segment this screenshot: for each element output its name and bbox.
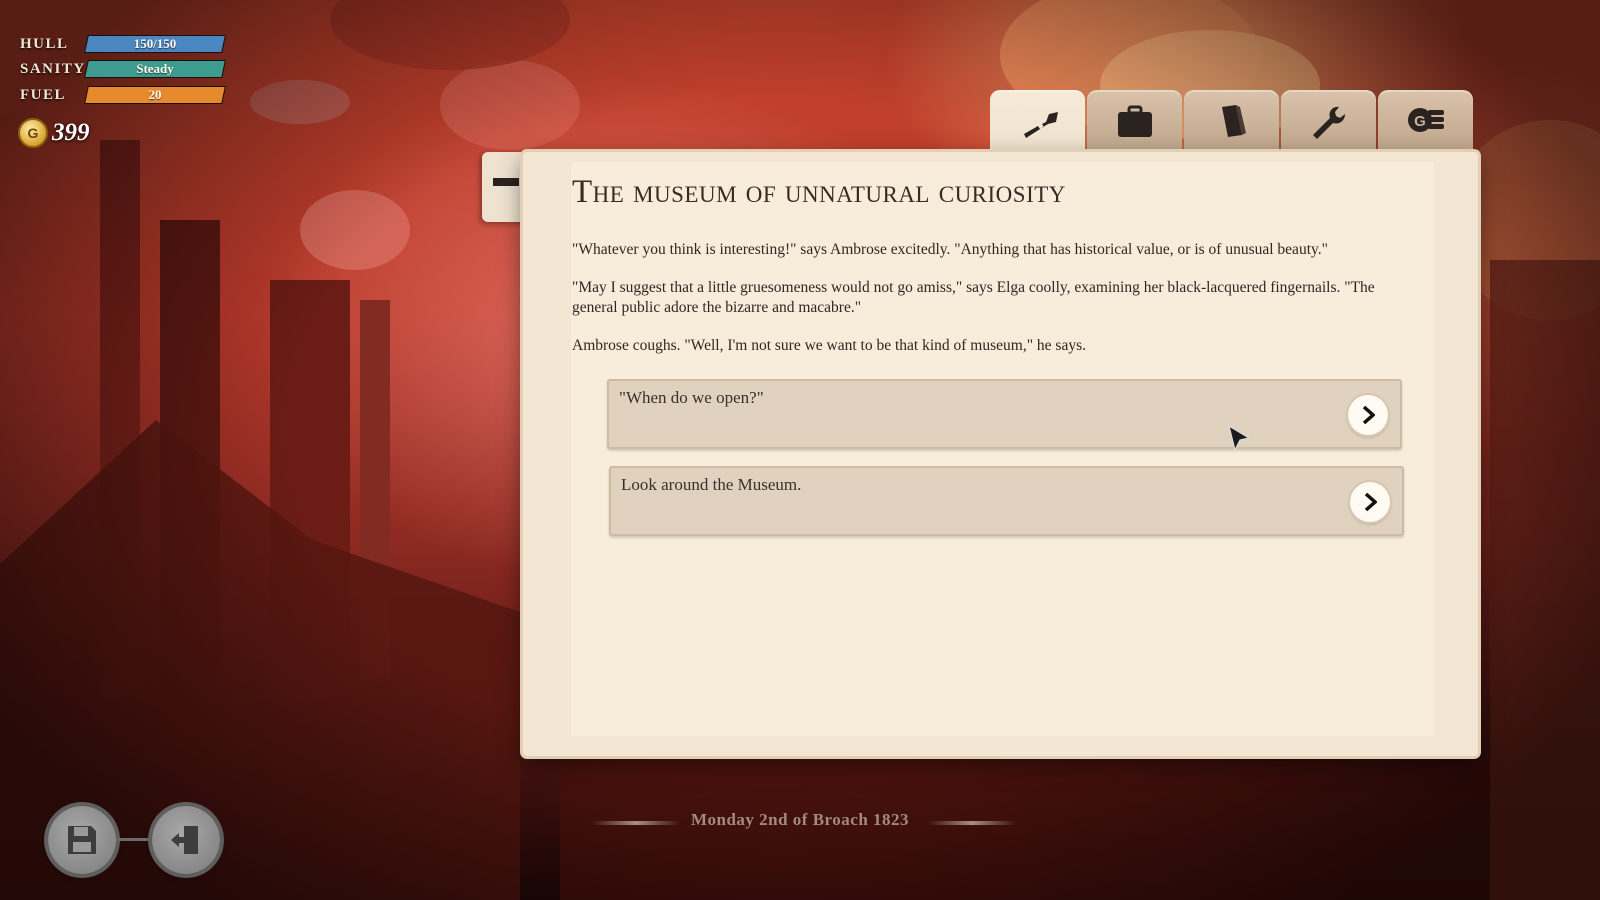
fuel-bar: 20 — [84, 86, 226, 104]
hull-bar: 150/150 — [84, 35, 226, 53]
exit-button[interactable] — [152, 806, 220, 874]
sanity-stat: SANITY Steady — [20, 59, 226, 79]
hull-stat: HULL 150/150 — [20, 34, 226, 54]
coin-icon: G — [18, 118, 48, 148]
chevron-right-icon — [1364, 493, 1377, 511]
story-paragraph: "May I suggest that a little gruesomenes… — [572, 279, 1375, 316]
svg-text:G: G — [1414, 113, 1426, 130]
briefcase-icon — [1117, 105, 1152, 137]
tab-journal[interactable] — [1184, 90, 1279, 152]
save-button[interactable] — [48, 806, 116, 874]
choice-text: "When do we open?" — [619, 388, 764, 407]
coin-value: 399 — [52, 119, 90, 146]
hull-value: 150/150 — [133, 36, 177, 51]
choice-go-button[interactable] — [1350, 482, 1390, 522]
choice-option[interactable]: "When do we open?" — [607, 379, 1402, 449]
tab-repairs[interactable] — [1281, 90, 1376, 152]
tab-trade[interactable]: G — [1378, 90, 1473, 152]
sanity-value: Steady — [136, 61, 174, 76]
wrench-icon — [1312, 106, 1345, 139]
key-icon — [1023, 112, 1058, 138]
minus-icon — [493, 178, 519, 186]
choice-text: Look around the Museum. — [621, 475, 802, 494]
coins-icon: G — [1407, 108, 1444, 132]
fuel-label: FUEL — [20, 86, 67, 103]
book-icon — [1221, 105, 1246, 137]
exit-door-icon — [171, 826, 198, 854]
floppy-disk-icon — [68, 826, 96, 854]
choice-go-button[interactable] — [1348, 395, 1388, 435]
choice-option[interactable]: Look around the Museum. — [609, 466, 1404, 536]
tab-key[interactable] — [990, 90, 1085, 154]
story-paragraph: "Whatever you think is interesting!" say… — [572, 241, 1328, 258]
story-title: The museum of unnatural curiosity — [572, 174, 1066, 210]
tab-inventory[interactable] — [1087, 90, 1182, 152]
coin-counter: G 399 — [18, 118, 90, 148]
sanity-label: SANITY — [20, 60, 86, 77]
story-paragraph: Ambrose coughs. "Well, I'm not sure we w… — [572, 337, 1086, 354]
story-panel: The museum of unnatural curiosity "Whate… — [523, 152, 1478, 756]
fuel-value: 20 — [148, 87, 162, 102]
fuel-stat: FUEL 20 — [20, 85, 226, 105]
chevron-right-icon — [1362, 406, 1375, 424]
mouse-cursor-icon — [1228, 424, 1251, 452]
current-date: Monday 2nd of Broach 1823 — [690, 810, 910, 829]
hull-label: HULL — [20, 35, 69, 52]
button-connector — [116, 838, 152, 841]
sanity-bar: Steady — [84, 60, 226, 78]
panel-tabs: G — [990, 90, 1473, 154]
date-divider-right — [928, 821, 1016, 825]
